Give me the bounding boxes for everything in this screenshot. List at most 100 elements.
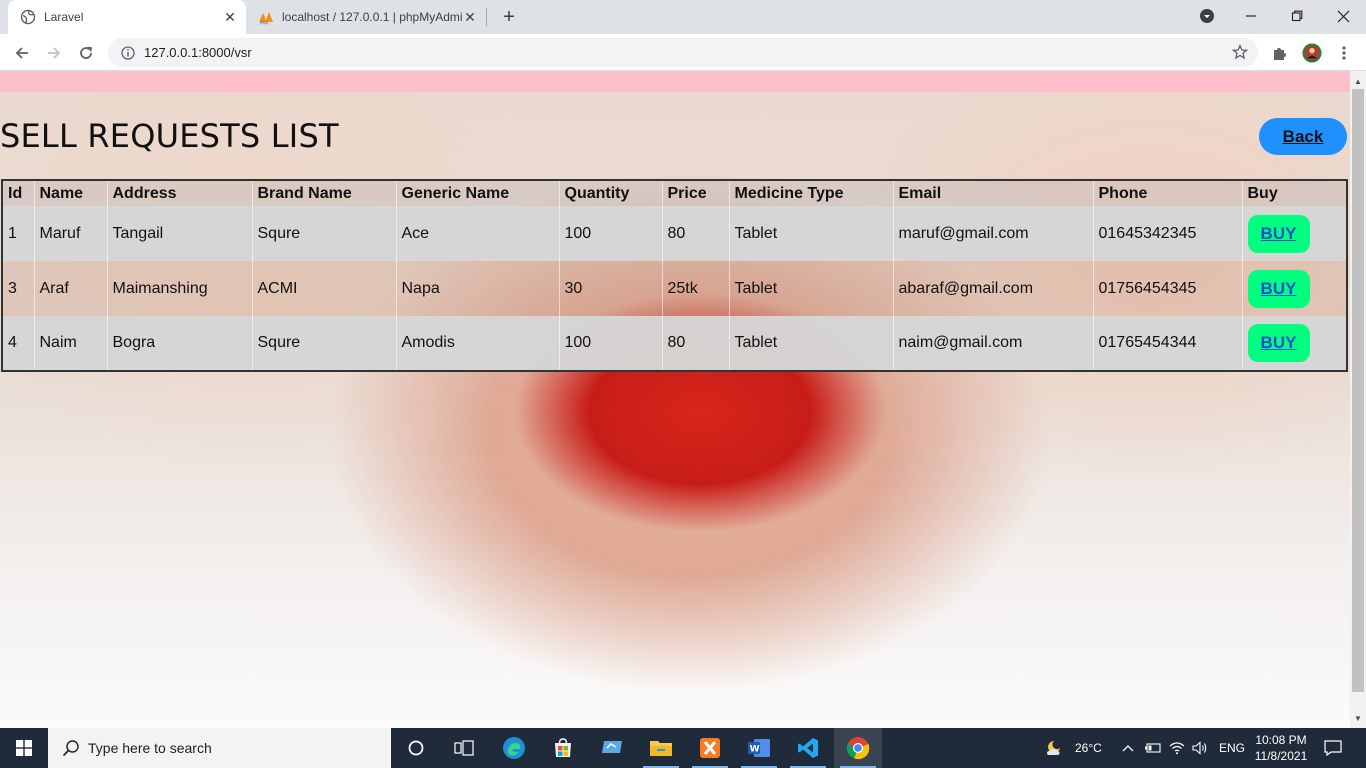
close-window-icon[interactable]	[1320, 0, 1366, 32]
cell-phone: 01756454345	[1092, 261, 1242, 316]
notifications-icon[interactable]	[1310, 728, 1356, 768]
cell-price: 25tk	[661, 261, 729, 316]
cell-price: 80	[661, 206, 729, 261]
header-generic-name: Generic Name	[395, 180, 559, 206]
header-quantity: Quantity	[558, 180, 662, 206]
weather-widget[interactable]: 26°C	[1044, 728, 1102, 768]
header-email: Email	[892, 180, 1093, 206]
input-language[interactable]: ENG	[1219, 728, 1245, 768]
sell-requests-table: Id Name Address Brand Name Generic Name …	[1, 179, 1348, 372]
bookmark-star-icon[interactable]	[1231, 43, 1249, 60]
cell-id: 1	[2, 206, 34, 261]
close-tab-icon[interactable]: ✕	[462, 9, 478, 25]
profile-avatar-icon[interactable]	[1302, 43, 1322, 63]
cell-phone: 01765454344	[1092, 316, 1242, 371]
cell-buy: BUY	[1241, 261, 1347, 316]
buy-button[interactable]: BUY	[1247, 269, 1310, 308]
edge-browser-icon[interactable]	[490, 728, 538, 768]
cell-buy: BUY	[1241, 206, 1347, 261]
microsoft-store-icon[interactable]	[539, 728, 587, 768]
svg-text:PMA: PMA	[260, 21, 269, 26]
url-text: 127.0.0.1:8000/vsr	[144, 45, 252, 60]
battery-icon[interactable]	[1144, 728, 1162, 768]
cell-name: Araf	[33, 261, 107, 316]
info-icon[interactable]	[120, 45, 136, 61]
header-brand-name: Brand Name	[251, 180, 396, 206]
background-image-heart-in-hands: SELL REQUESTS LIST Back Id Name Address …	[0, 92, 1350, 728]
wifi-icon[interactable]	[1169, 728, 1185, 768]
reload-icon[interactable]	[72, 39, 100, 67]
table-header-row: Id Name Address Brand Name Generic Name …	[2, 180, 1347, 206]
cell-type: Tablet	[728, 316, 893, 371]
scrollbar-thumb[interactable]	[1352, 89, 1364, 692]
table-row: 3 Araf Maimanshing ACMI Napa 30 25tk Tab…	[2, 261, 1347, 316]
cell-type: Tablet	[728, 206, 893, 261]
tab-phpmyadmin[interactable]: PMA localhost / 127.0.0.1 | phpMyAdmin ✕	[250, 0, 486, 34]
tab-title: localhost / 127.0.0.1 | phpMyAdmin	[282, 10, 462, 24]
header-name: Name	[33, 180, 107, 206]
remote-desktop-icon[interactable]	[588, 728, 636, 768]
search-icon	[62, 740, 79, 757]
cell-email: maruf@gmail.com	[892, 206, 1093, 261]
cell-name: Maruf	[33, 206, 107, 261]
chrome-icon[interactable]	[834, 728, 882, 768]
volume-icon[interactable]	[1192, 728, 1208, 768]
show-hidden-icons-chevron-icon[interactable]	[1122, 728, 1134, 768]
extensions-puzzle-icon[interactable]	[1270, 43, 1290, 63]
minimize-icon[interactable]	[1228, 0, 1274, 32]
cell-brand: Squre	[251, 316, 396, 371]
windows-start-icon[interactable]	[0, 728, 48, 768]
tab-separator	[486, 8, 487, 26]
cell-price: 80	[661, 316, 729, 371]
back-button[interactable]: Back	[1259, 118, 1347, 155]
tab-title: Laravel	[44, 10, 84, 24]
new-tab-icon[interactable]: +	[498, 6, 520, 28]
table-row: 4 Naim Bogra Squre Amodis 100 80 Tablet …	[2, 316, 1347, 371]
cell-buy: BUY	[1241, 316, 1347, 371]
buy-button[interactable]: BUY	[1247, 324, 1310, 362]
top-pink-bar	[0, 71, 1350, 92]
cell-quantity: 100	[558, 316, 662, 371]
windows-taskbar: Type here to search W 26°C ENG 10:08 PM …	[0, 728, 1366, 768]
back-arrow-icon[interactable]	[8, 39, 36, 67]
cell-brand: Squre	[251, 206, 396, 261]
file-explorer-icon[interactable]	[637, 728, 685, 768]
cell-address: Tangail	[106, 206, 252, 261]
header-buy: Buy	[1241, 180, 1347, 206]
header-address: Address	[106, 180, 252, 206]
address-bar[interactable]: 127.0.0.1:8000/vsr	[108, 38, 1258, 67]
header-medicine-type: Medicine Type	[728, 180, 893, 206]
buy-button[interactable]: BUY	[1247, 214, 1310, 253]
close-tab-icon[interactable]: ✕	[222, 9, 238, 25]
scroll-up-arrow-icon[interactable]: ▲	[1350, 73, 1366, 89]
page-scrollbar[interactable]: ▲ ▼	[1350, 71, 1366, 728]
header-price: Price	[661, 180, 729, 206]
chrome-menu-icon[interactable]	[1334, 43, 1354, 63]
cell-generic: Napa	[395, 261, 559, 316]
cell-email: abaraf@gmail.com	[892, 261, 1093, 316]
weather-temperature: 26°C	[1075, 741, 1102, 755]
header-id: Id	[2, 180, 34, 206]
clock-date: 11/8/2021	[1254, 749, 1308, 763]
header-phone: Phone	[1092, 180, 1242, 206]
cell-name: Naim	[33, 316, 107, 371]
xampp-icon[interactable]	[686, 728, 734, 768]
clock-time: 10:08 PM	[1255, 733, 1307, 747]
page-viewport: SELL REQUESTS LIST Back Id Name Address …	[0, 71, 1350, 728]
restore-icon[interactable]	[1274, 0, 1320, 32]
page-title: SELL REQUESTS LIST	[0, 117, 339, 155]
moon-cloud-icon	[1047, 741, 1060, 755]
tab-laravel[interactable]: Laravel ✕	[8, 0, 246, 34]
cortana-circle-icon[interactable]	[392, 728, 440, 768]
vscode-icon[interactable]	[784, 728, 832, 768]
word-icon[interactable]: W	[735, 728, 783, 768]
cell-brand: ACMI	[251, 261, 396, 316]
forward-arrow-icon[interactable]	[40, 39, 68, 67]
task-view-icon[interactable]	[440, 728, 488, 768]
scroll-down-arrow-icon[interactable]: ▼	[1350, 710, 1366, 726]
cell-type: Tablet	[728, 261, 893, 316]
taskbar-search-box[interactable]: Type here to search	[48, 728, 391, 768]
system-clock[interactable]: 10:08 PM 11/8/2021	[1246, 732, 1316, 764]
cell-id: 3	[2, 261, 34, 316]
profile-menu-icon[interactable]	[1184, 0, 1230, 32]
